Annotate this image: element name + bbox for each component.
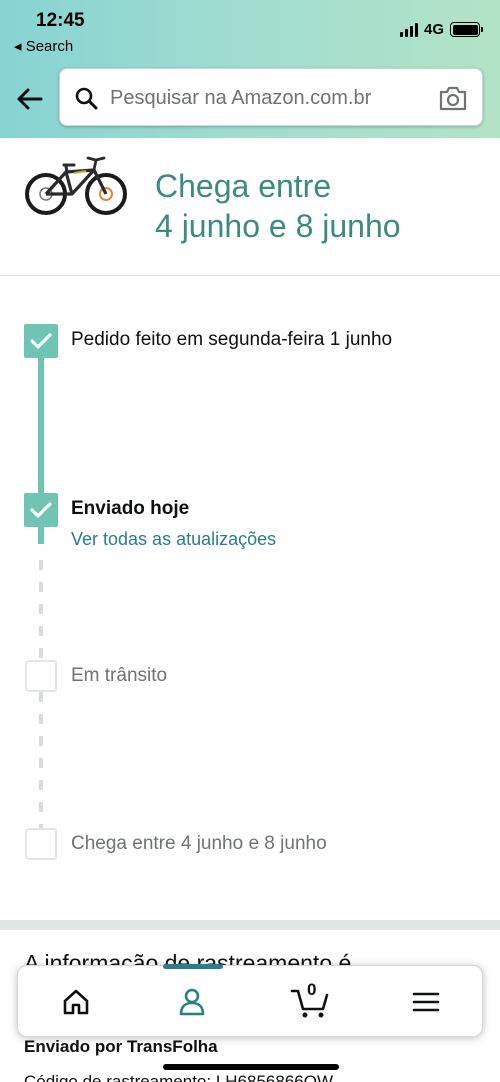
battery-icon [450, 22, 483, 37]
cart-count: 0 [307, 980, 317, 999]
header: 12:45 ◂ Search 4G Pesquisar na Amazon.co… [0, 0, 500, 138]
shipper-name: Enviado por TransFolha [24, 1037, 218, 1056]
section-divider [0, 920, 500, 930]
step-pending-checkbox [25, 828, 57, 860]
step-check-icon [24, 324, 58, 358]
step-order-placed: Pedido feito em segunda-feira 1 junho [71, 329, 393, 350]
tracking-code: Código de rastreamento: LH6856866QW [24, 1072, 334, 1082]
arrival-title-line2: 4 junho e 8 junho [155, 208, 401, 244]
status-time: 12:45 [36, 10, 85, 31]
home-icon[interactable] [56, 982, 96, 1022]
step-arrives: Chega entre 4 junho e 8 junho [71, 833, 327, 854]
step-in-transit: Em trânsito [71, 665, 168, 686]
signal-icon [399, 22, 418, 37]
step-shipped: Enviado hoje [71, 498, 190, 519]
back-arrow-icon[interactable] [14, 84, 44, 114]
status-indicators: 4G [399, 21, 483, 38]
home-indicator [163, 1064, 339, 1070]
cart-button[interactable]: 0 [290, 980, 332, 1022]
network-type: 4G [423, 21, 444, 38]
arrival-title-line1: Chega entre [155, 168, 332, 204]
back-to-search-link[interactable]: ◂ Search [14, 37, 73, 55]
step-check-icon [24, 493, 58, 527]
bottom-nav: 0 [17, 964, 483, 1037]
search-input[interactable]: Pesquisar na Amazon.com.br [59, 68, 483, 126]
arrival-summary: Chega entre 4 junho e 8 junho [0, 138, 500, 276]
search-icon [75, 87, 98, 110]
step-pending-checkbox [25, 660, 57, 692]
progress-line-pending [39, 560, 43, 830]
menu-icon[interactable] [406, 982, 446, 1022]
active-tab-indicator [163, 964, 223, 969]
product-image-bicycle[interactable] [24, 152, 128, 218]
camera-icon[interactable] [438, 84, 468, 112]
search-placeholder: Pesquisar na Amazon.com.br [110, 87, 372, 109]
account-icon[interactable] [172, 982, 212, 1022]
view-all-updates-link[interactable]: Ver todas as atualizações [71, 529, 276, 550]
